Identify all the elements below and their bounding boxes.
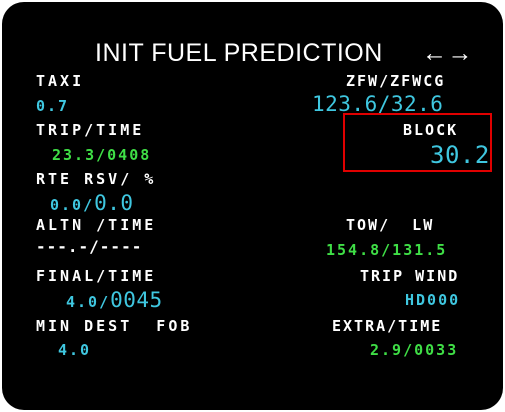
- taxi-value[interactable]: 0.7: [36, 99, 69, 114]
- final-time-value[interactable]: 4.0/0045: [66, 290, 163, 311]
- zfw-zfwcg-label: ZFW/ZFWCG: [346, 72, 446, 90]
- rte-rsv-value-small: 0.0/: [50, 196, 95, 214]
- altn-time-value[interactable]: ---.-/----: [36, 239, 142, 255]
- min-dest-fob-label: MIN DEST FOB: [36, 317, 193, 335]
- altn-time-label: ALTN /TIME: [36, 216, 157, 234]
- mcdu-screen: INIT FUEL PREDICTION ←→ TAXI 0.7 TRIP/TI…: [2, 2, 503, 410]
- block-label: BLOCK: [403, 121, 459, 139]
- tow-lw-label: TOW/ LW: [346, 216, 435, 234]
- page-arrows-icon[interactable]: ←→: [422, 41, 473, 66]
- rte-rsv-value-large: 0.0: [94, 191, 134, 215]
- taxi-label: TAXI: [36, 72, 85, 90]
- rte-rsv-value[interactable]: 0.0/0.0: [50, 193, 134, 214]
- rte-rsv-label: RTE RSV/ %: [36, 170, 157, 188]
- final-time-label: FINAL/TIME: [36, 267, 157, 285]
- final-time-value-large: 0045: [110, 288, 163, 312]
- extra-time-value: 2.9/0033: [370, 341, 459, 359]
- zfw-zfwcg-value[interactable]: 123.6/32.6: [312, 94, 443, 115]
- trip-time-label: TRIP/TIME: [36, 121, 145, 139]
- page-title: INIT FUEL PREDICTION: [95, 39, 383, 67]
- trip-time-value: 23.3/0408: [52, 146, 152, 164]
- tow-lw-value: 154.8/131.5: [326, 241, 448, 259]
- trip-wind-value[interactable]: HD000: [405, 293, 460, 308]
- min-dest-fob-value[interactable]: 4.0: [58, 343, 91, 358]
- trip-wind-label: TRIP WIND: [360, 267, 460, 285]
- final-time-value-small: 4.0/: [66, 293, 111, 311]
- extra-time-label: EXTRA/TIME: [332, 317, 443, 335]
- block-value[interactable]: 30.2: [430, 143, 490, 167]
